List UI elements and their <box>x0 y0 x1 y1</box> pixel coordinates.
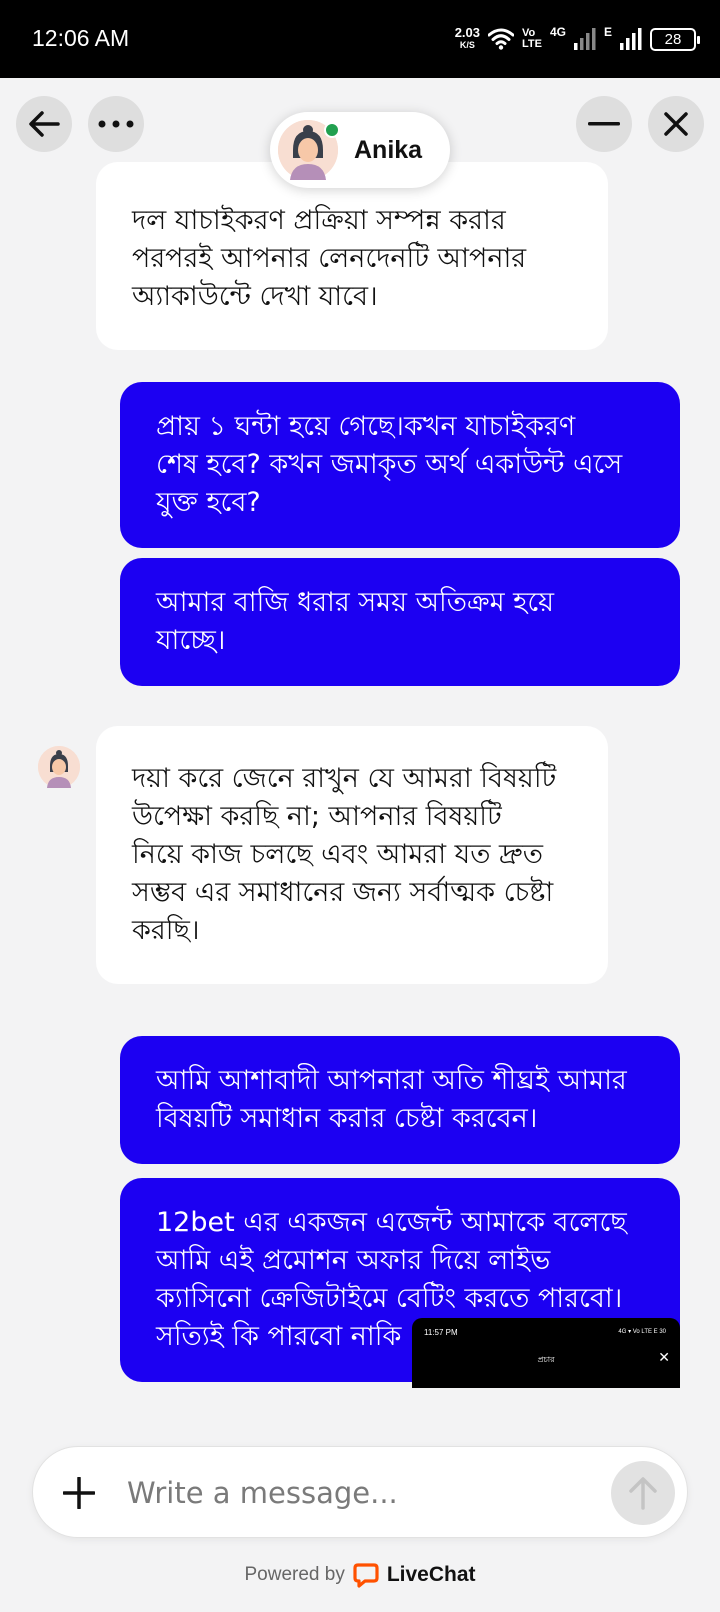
agent-avatar-icon <box>38 746 80 788</box>
network-speed: 2.03 K/S <box>454 25 480 51</box>
volte-bottom: LTE <box>522 38 542 50</box>
message-input[interactable] <box>127 1469 597 1517</box>
network-speed-unit: K/S <box>459 40 475 50</box>
network-e-label: E <box>603 25 612 39</box>
message-text: দল যাচাইকরণ প্রক্রিয়া সম্পন্ন করার পরপর… <box>132 205 527 312</box>
powered-by-footer[interactable]: Powered by LiveChat <box>0 1560 720 1590</box>
agent-avatar <box>278 120 340 180</box>
livechat-brand: LiveChat <box>386 1563 476 1586</box>
image-attachment[interactable]: 11:57 PM 4G ▾ Vo LTE E 30 প্রচার ✕ <box>412 1318 680 1388</box>
attachment-time: 11:57 PM <box>424 1328 458 1337</box>
minimize-icon <box>588 122 620 126</box>
powered-by-label: Powered by <box>244 1564 345 1585</box>
message-text: দয়া করে জেনে রাখুন যে আমরা বিষয়টি উপেক… <box>132 763 557 946</box>
message-text: আমি আশাবাদী আপনারা অতি শীঘ্রই আমার বিষয়… <box>156 1065 627 1134</box>
user-message: প্রায় ১ ঘন্টা হয়ে গেছে।কখন যাচাইকরণ শে… <box>120 382 680 548</box>
status-bar: 12:06 AM 2.03 K/S Vo LTE 4G E 28 <box>0 0 720 78</box>
attachment-title: প্রচার <box>537 1355 555 1364</box>
battery-icon: 28 <box>650 27 700 51</box>
user-message: আমার বাজি ধরার সময় অতিক্রম হয়ে যাচ্ছে। <box>120 558 680 686</box>
message-composer <box>32 1446 688 1538</box>
volte-indicator: Vo LTE <box>522 28 542 50</box>
status-time: 12:06 AM <box>32 25 130 51</box>
agent-name: Anika <box>354 135 423 164</box>
message-text: আমার বাজি ধরার সময় অতিক্রম হয়ে যাচ্ছে। <box>156 587 555 656</box>
minimize-button[interactable] <box>576 96 632 152</box>
close-button[interactable] <box>648 96 704 152</box>
signal-icon-2 <box>620 28 642 50</box>
agent-message: দয়া করে জেনে রাখুন যে আমরা বিষয়টি উপেক… <box>96 726 608 984</box>
more-dots-icon <box>98 120 134 128</box>
back-button[interactable] <box>16 96 72 152</box>
send-button[interactable] <box>611 1461 675 1525</box>
more-options-button[interactable] <box>88 96 144 152</box>
plus-icon <box>63 1477 95 1509</box>
livechat-logo-icon <box>353 1563 379 1588</box>
wifi-icon <box>488 28 514 50</box>
attachment-status-icons: 4G ▾ Vo LTE E 30 <box>618 1329 666 1335</box>
status-icons: 2.03 K/S Vo LTE 4G E 28 <box>454 22 700 56</box>
attachment-close-icon: ✕ <box>658 1350 670 1366</box>
chat-transcript[interactable]: দল যাচাইকরণ প্রক্রিয়া সম্পন্ন করার পরপর… <box>0 78 720 1444</box>
user-message: আমি আশাবাদী আপনারা অতি শীঘ্রই আমার বিষয়… <box>120 1036 680 1164</box>
network-speed-value: 2.03 <box>454 25 480 40</box>
back-arrow-icon <box>29 111 60 137</box>
close-icon <box>664 112 688 136</box>
network-4g-label: 4G <box>549 25 566 39</box>
signal-icon <box>573 28 596 50</box>
agent-message: দল যাচাইকরণ প্রক্রিয়া সম্পন্ন করার পরপর… <box>96 162 608 350</box>
add-attachment-button[interactable] <box>55 1469 103 1517</box>
agent-header[interactable]: Anika <box>270 112 450 188</box>
message-text: প্রায় ১ ঘন্টা হয়ে গেছে।কখন যাচাইকরণ শে… <box>156 411 623 518</box>
battery-level: 28 <box>664 30 682 48</box>
arrow-up-icon <box>629 1477 657 1510</box>
agent-avatar <box>38 746 80 788</box>
online-status-dot <box>324 122 340 138</box>
